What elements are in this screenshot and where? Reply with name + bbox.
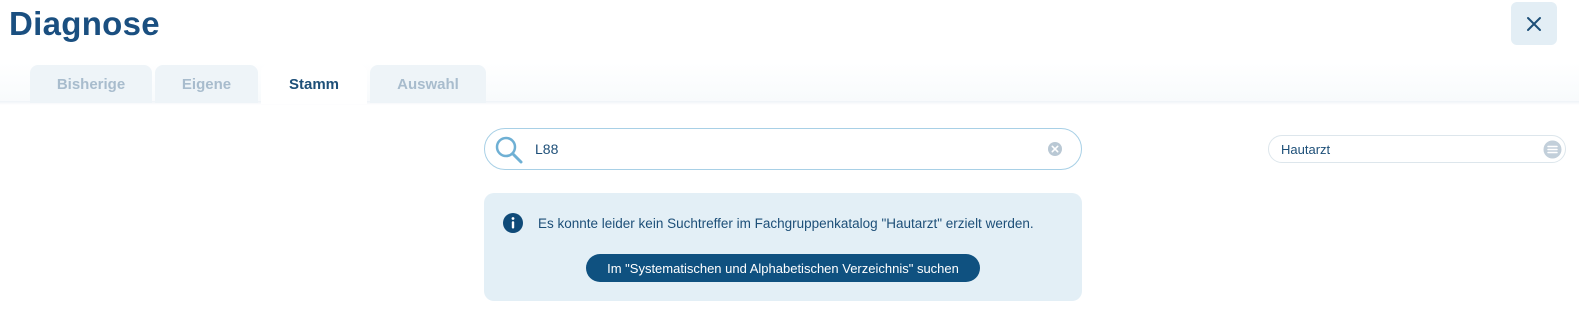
- page-title: Diagnose: [9, 5, 160, 42]
- search-field[interactable]: L88: [484, 128, 1082, 170]
- search-input[interactable]: L88: [535, 141, 558, 157]
- catalog-value: Hautarzt: [1281, 142, 1331, 157]
- catalog-select[interactable]: Hautarzt: [1268, 135, 1566, 163]
- info-box: Es konnte leider kein Suchtreffer im Fac…: [484, 193, 1082, 301]
- tab-auswahl[interactable]: Auswahl: [370, 65, 486, 103]
- close-icon: [1527, 16, 1541, 31]
- tab-stamm[interactable]: Stamm: [261, 64, 367, 104]
- clear-icon[interactable]: [1047, 141, 1063, 157]
- tab-eigene[interactable]: Eigene: [155, 65, 258, 103]
- info-icon: [503, 213, 523, 233]
- search-directory-button[interactable]: Im "Systematischen und Alphabetischen Ve…: [586, 254, 980, 282]
- menu-icon[interactable]: [1543, 140, 1562, 159]
- info-message: Es konnte leider kein Suchtreffer im Fac…: [538, 216, 1034, 231]
- tab-bisherige[interactable]: Bisherige: [30, 65, 152, 103]
- close-button[interactable]: [1511, 2, 1557, 45]
- search-icon: [495, 136, 523, 164]
